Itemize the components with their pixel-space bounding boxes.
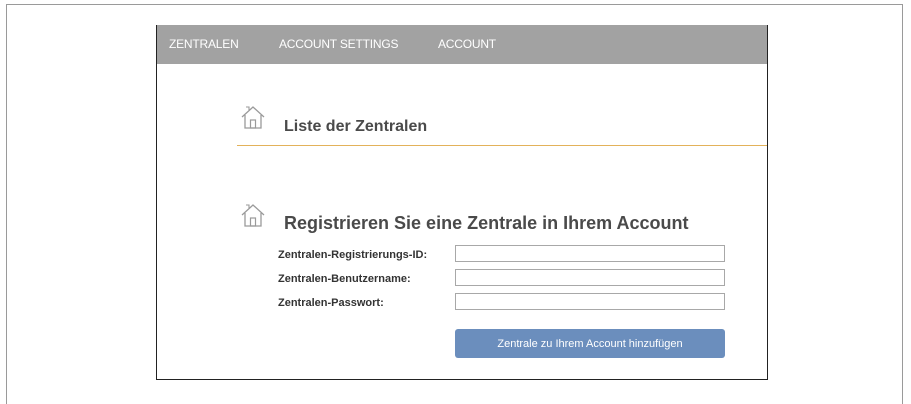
password-label: Zentralen-Passwort:	[278, 297, 384, 309]
top-navigation: ZENTRALEN ACCOUNT SETTINGS ACCOUNT	[157, 25, 767, 64]
password-input[interactable]	[455, 293, 725, 310]
section-divider	[237, 145, 767, 146]
app-window: ZENTRALEN ACCOUNT SETTINGS ACCOUNT Liste…	[156, 25, 768, 380]
username-label: Zentralen-Benutzername:	[278, 273, 411, 285]
house-icon	[241, 204, 265, 227]
nav-item-account[interactable]: ACCOUNT	[438, 37, 496, 51]
add-zentrale-button[interactable]: Zentrale zu Ihrem Account hinzufügen	[455, 329, 725, 358]
registration-id-input[interactable]	[455, 245, 725, 262]
registration-id-label: Zentralen-Registrierungs-ID:	[278, 249, 428, 261]
register-title: Registrieren Sie eine Zentrale in Ihrem …	[284, 213, 689, 233]
house-icon	[241, 106, 265, 129]
nav-item-account-settings[interactable]: ACCOUNT SETTINGS	[279, 37, 398, 51]
nav-item-zentralen[interactable]: ZENTRALEN	[169, 37, 239, 51]
list-title: Liste der Zentralen	[284, 118, 428, 135]
username-input[interactable]	[455, 269, 725, 286]
